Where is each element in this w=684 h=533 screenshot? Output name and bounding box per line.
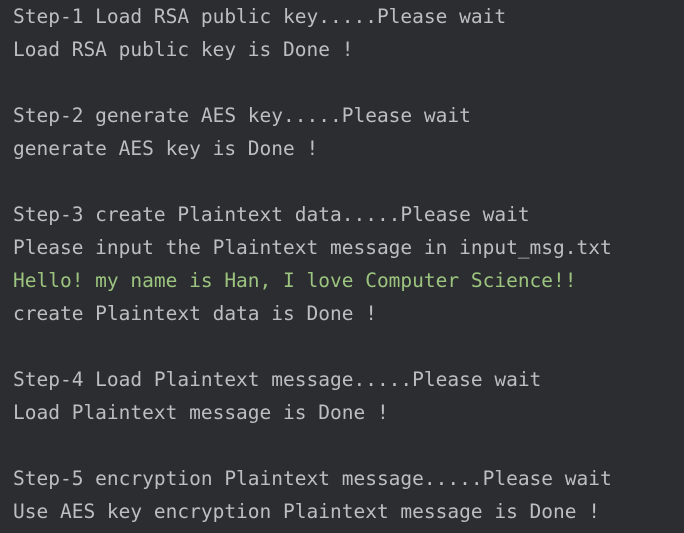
console-line-step4-done: Load Plaintext message is Done ! [13,401,389,424]
console-line-step4: Step-4 Load Plaintext message.....Please… [13,368,542,391]
console-line-step1-done: Load RSA public key is Done ! [13,38,354,61]
console-line-step3-done: create Plaintext data is Done ! [13,302,377,325]
console-output[interactable]: Step-1 Load RSA public key.....Please wa… [0,0,684,533]
console-line-step5: Step-5 encryption Plaintext message.....… [13,467,612,490]
console-line-step3: Step-3 create Plaintext data.....Please … [13,203,530,226]
console-line-step2: Step-2 generate AES key.....Please wait [13,104,471,127]
console-line-user-input: Hello! my name is Han, I love Computer S… [13,269,577,292]
console-line-step1: Step-1 Load RSA public key.....Please wa… [13,5,507,28]
console-line-step5-done: Use AES key encryption Plaintext message… [13,500,600,523]
console-line-step2-done: generate AES key is Done ! [13,137,319,160]
console-line-input-prompt: Please input the Plaintext message in in… [13,236,612,259]
